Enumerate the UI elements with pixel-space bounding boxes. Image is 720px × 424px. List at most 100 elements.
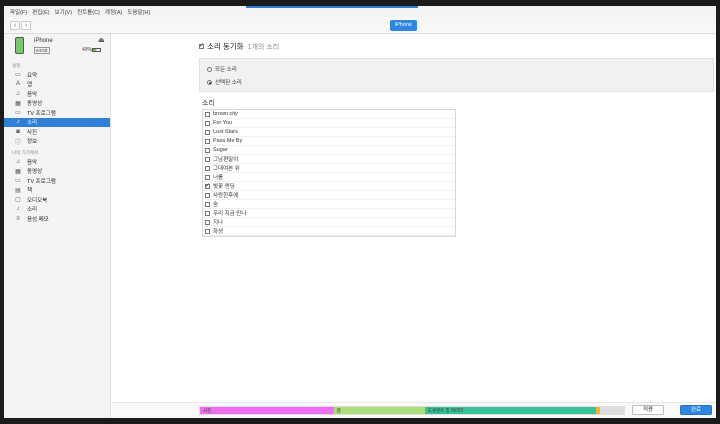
tone-label: Pass Me By bbox=[213, 138, 243, 144]
tone-label: brown city bbox=[213, 111, 238, 117]
tone-row[interactable]: 그대여본 위 bbox=[203, 164, 455, 173]
ondevice-item[interactable]: ♪ 소리 bbox=[4, 205, 110, 215]
tone-checkbox[interactable] bbox=[205, 156, 210, 162]
tone-row[interactable]: Lost Stars bbox=[203, 128, 455, 137]
settings-item-icon: ▭ bbox=[15, 110, 21, 117]
tone-checkbox[interactable] bbox=[205, 120, 210, 126]
settings-section-label: 설정 bbox=[12, 63, 21, 68]
settings-item[interactable]: ♪ 소리 bbox=[4, 117, 110, 127]
tones-list: brown city For You Lost Stars Pass Me By Sug… bbox=[202, 109, 456, 237]
tone-row[interactable]: For You bbox=[203, 119, 455, 128]
forward-button[interactable]: › bbox=[21, 21, 31, 30]
toolbar: ‹ › iPhone bbox=[4, 17, 716, 34]
settings-item[interactable]: A앱 bbox=[4, 80, 110, 90]
ondevice-item-label: TV 프로그램 bbox=[27, 178, 56, 185]
tone-label: For You bbox=[213, 120, 232, 126]
ondevice-item-icon: ▤ bbox=[15, 187, 21, 194]
ondevice-item[interactable]: ▤ 책 bbox=[4, 186, 110, 196]
tone-row[interactable]: Pass Me By bbox=[203, 137, 455, 146]
settings-item-label: 사진 bbox=[27, 129, 38, 136]
tone-checkbox[interactable] bbox=[205, 147, 210, 153]
settings-item[interactable]: ♫ 음악 bbox=[4, 89, 110, 99]
ondevice-item[interactable]: ▢ 오디오북 bbox=[4, 195, 110, 205]
menu-view[interactable]: 보기(V) bbox=[55, 8, 72, 16]
radio-selected-tones[interactable]: 선택된 소리 bbox=[207, 78, 242, 86]
settings-item-label: TV 프로그램 bbox=[27, 110, 56, 117]
settings-item[interactable]: ◙ 사진 bbox=[4, 127, 110, 137]
apply-button[interactable]: 적용 bbox=[632, 405, 664, 415]
tone-row[interactable]: 화성 bbox=[203, 227, 455, 236]
tone-checkbox[interactable] bbox=[205, 201, 210, 207]
tone-row[interactable]: 우리 지금 만나 bbox=[203, 209, 455, 218]
radio-selected-indicator[interactable] bbox=[207, 79, 212, 85]
menu-controls[interactable]: 컨트롤(C) bbox=[77, 8, 100, 16]
itunes-window: 파일(F) 편집(E) 보기(V) 컨트롤(C) 계정(A) 도움말(H) ‹ … bbox=[4, 6, 716, 418]
tone-checkbox[interactable] bbox=[205, 174, 210, 180]
ondevice-item[interactable]: ▦ 동영상 bbox=[4, 167, 110, 177]
sync-options-box: 모든 소리 선택된 소리 bbox=[199, 58, 714, 92]
tone-row[interactable]: Sugar bbox=[203, 146, 455, 155]
battery-percent: 49% bbox=[82, 47, 93, 53]
tone-row[interactable]: 사랑한후에 bbox=[203, 191, 455, 200]
tone-checkbox[interactable] bbox=[205, 228, 210, 234]
radio-selected-label: 선택된 소리 bbox=[215, 80, 242, 86]
ondevice-item-icon: ▦ bbox=[15, 168, 21, 175]
activity-progress-strip bbox=[246, 6, 418, 8]
ondevice-item[interactable]: ♫ 음악 bbox=[4, 157, 110, 167]
radio-all-indicator[interactable] bbox=[207, 66, 212, 72]
tone-row[interactable]: 너를 bbox=[203, 173, 455, 182]
device-tab-iphone[interactable]: iPhone bbox=[390, 20, 417, 31]
tone-checkbox[interactable] bbox=[205, 210, 210, 216]
iphone-icon bbox=[15, 37, 24, 54]
menu-edit[interactable]: 편집(E) bbox=[32, 8, 49, 16]
tone-row[interactable]: brown city bbox=[203, 110, 455, 119]
main-content: 소리 동기화 1개의 소리 모든 소리 선택된 소리 소리 brown city… bbox=[112, 34, 716, 418]
tone-row[interactable]: 숨 bbox=[203, 200, 455, 209]
tone-label: 화성 bbox=[213, 229, 224, 235]
tone-label: 그대여본 위 bbox=[213, 166, 240, 172]
back-button[interactable]: ‹ bbox=[10, 21, 20, 30]
tone-label: 지나 bbox=[213, 220, 224, 226]
tone-checkbox[interactable] bbox=[205, 182, 210, 189]
ondevice-section-label: 나의 기기에서 bbox=[12, 150, 39, 155]
settings-item-icon: ♫ bbox=[15, 90, 21, 97]
settings-item-label: 동영상 bbox=[27, 101, 43, 108]
tone-checkbox[interactable] bbox=[205, 165, 210, 171]
ondevice-item-label: 음성 메모 bbox=[27, 216, 49, 223]
tones-heading: 소리 bbox=[202, 100, 215, 107]
radio-all-label: 모든 소리 bbox=[215, 67, 237, 73]
tone-checkbox[interactable] bbox=[205, 111, 210, 117]
eject-icon[interactable]: ⏏ bbox=[98, 36, 105, 44]
tone-row[interactable]: 벚꽃 엔딩 bbox=[203, 182, 455, 191]
tone-checkbox[interactable] bbox=[205, 129, 210, 135]
done-button[interactable]: 완료 bbox=[680, 405, 712, 415]
tone-label: 그남편말이 bbox=[213, 157, 239, 163]
settings-item-icon: ⓘ bbox=[14, 139, 21, 146]
radio-all-tones[interactable]: 모든 소리 bbox=[207, 65, 237, 73]
settings-item[interactable]: ▭ 요약 bbox=[4, 70, 110, 80]
tone-row[interactable]: 지나 bbox=[203, 218, 455, 227]
settings-item[interactable]: ▦ 동영상 bbox=[4, 99, 110, 109]
tone-label: Sugar bbox=[213, 147, 228, 153]
device-header[interactable]: iPhone ⏏ 64GB 49% bbox=[4, 34, 110, 62]
tone-checkbox[interactable] bbox=[205, 138, 210, 144]
settings-item-label: 요약 bbox=[27, 72, 38, 79]
menu-account[interactable]: 계정(A) bbox=[105, 8, 122, 16]
ondevice-item[interactable]: ▭ TV 프로그램 bbox=[4, 176, 110, 186]
tone-checkbox[interactable] bbox=[205, 192, 210, 198]
menu-help[interactable]: 도움말(H) bbox=[127, 8, 150, 16]
settings-item-icon: ▦ bbox=[15, 100, 21, 107]
tone-checkbox[interactable] bbox=[205, 219, 210, 225]
tone-row[interactable]: 그남편말이 bbox=[203, 155, 455, 164]
storage-segment: 사진 bbox=[200, 407, 334, 414]
settings-list: ▭ 요약 A 앱 ♫ 음악 ▦ 동영상 ▭ TV 프로그램 ♪ 소리 ◙ 사진 ⓘ 정보 bbox=[4, 70, 110, 146]
ondevice-item[interactable]: ≡ 음성 메모 bbox=[4, 214, 110, 224]
capacity-badge: 64GB bbox=[34, 47, 50, 54]
ondevice-item-label: 동영상 bbox=[27, 169, 43, 176]
settings-item[interactable]: ⓘ 정보 bbox=[4, 137, 110, 147]
ondevice-item-label: 오디오북 bbox=[27, 197, 48, 204]
storage-bar: 사진 앱 도큐멘트 및 데이터 bbox=[199, 406, 625, 415]
settings-item[interactable]: ▭ TV 프로그램 bbox=[4, 108, 110, 118]
menu-file[interactable]: 파일(F) bbox=[10, 8, 27, 16]
sync-tones-checkbox[interactable] bbox=[199, 42, 204, 49]
